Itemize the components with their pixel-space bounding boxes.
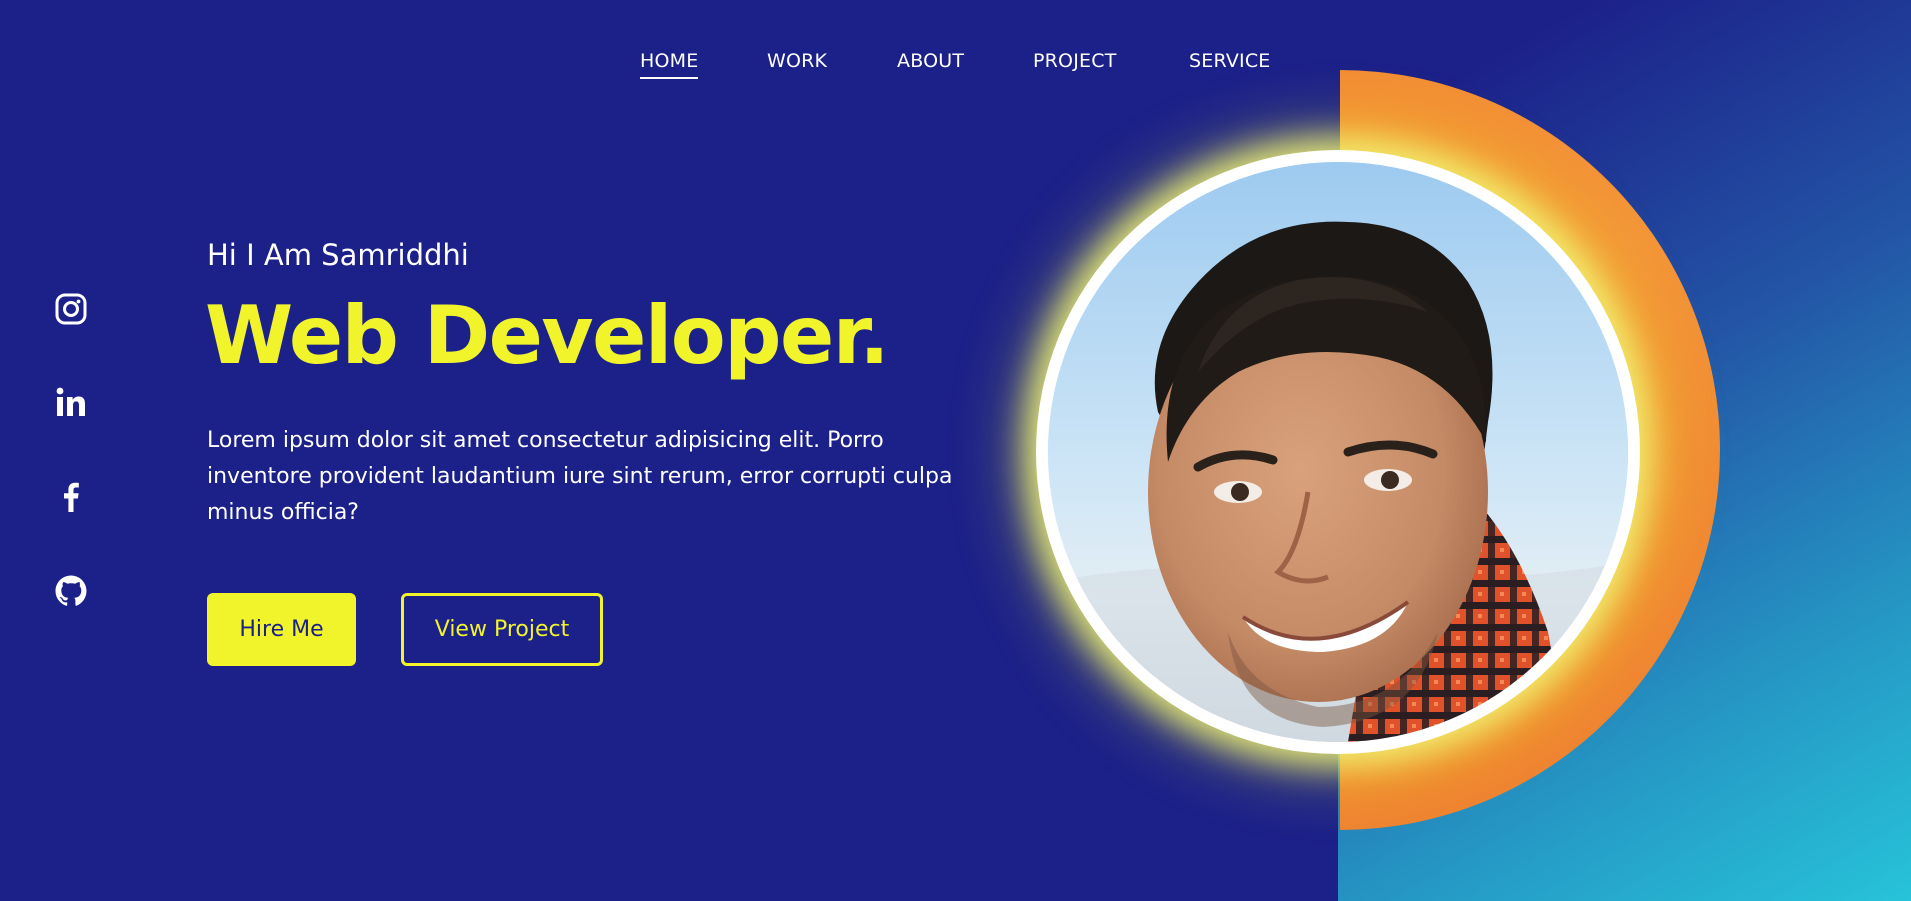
nav-about[interactable]: ABOUT	[897, 50, 964, 72]
hire-me-button[interactable]: Hire Me	[207, 593, 356, 666]
view-project-button[interactable]: View Project	[401, 593, 603, 666]
profile-photo	[1048, 162, 1628, 742]
hero-title: Web Developer.	[205, 289, 890, 382]
github-icon[interactable]	[52, 572, 90, 610]
nav-project[interactable]: PROJECT	[1033, 50, 1117, 72]
nav-service[interactable]: SERVICE	[1189, 50, 1271, 72]
nav-work[interactable]: WORK	[767, 50, 827, 72]
instagram-icon[interactable]	[52, 290, 90, 328]
facebook-icon[interactable]	[52, 478, 90, 516]
hero-greeting: Hi I Am Samriddhi	[207, 238, 469, 272]
hero-bio: Lorem ipsum dolor sit amet consectetur a…	[207, 428, 953, 525]
nav-home[interactable]: HOME	[640, 50, 699, 79]
profile-photo-frame	[1036, 150, 1640, 754]
linkedin-icon[interactable]	[52, 384, 90, 422]
